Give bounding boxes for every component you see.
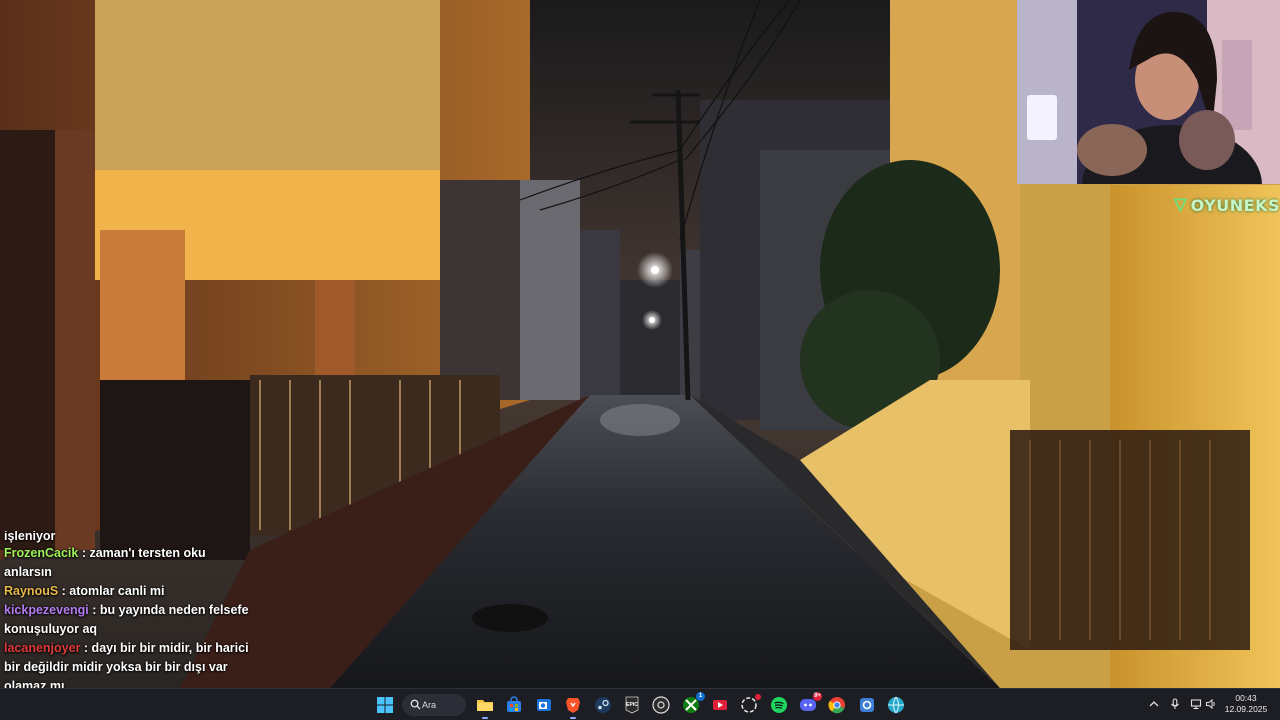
active-indicator xyxy=(482,717,488,719)
taskbar-store[interactable] xyxy=(505,696,523,714)
taskbar-settings[interactable] xyxy=(858,696,876,714)
taskbar-file-explorer[interactable] xyxy=(476,696,494,719)
active-indicator xyxy=(570,717,576,719)
speaker-icon xyxy=(1206,698,1215,710)
clock-date: 12.09.2025 xyxy=(1224,704,1268,714)
chat-username: FrozenCacik xyxy=(4,546,79,560)
chat-message: işleniyor xyxy=(0,531,250,544)
steam-icon xyxy=(595,697,611,713)
taskbar-spotify[interactable] xyxy=(770,696,788,714)
search-icon xyxy=(410,699,421,710)
windows-taskbar: Ara EPIC 1 9+ 00:43 12.09.2025 xyxy=(0,688,1280,720)
epic-games-icon: EPIC xyxy=(625,696,639,714)
taskbar-obs[interactable] xyxy=(652,696,670,714)
windows-start-icon xyxy=(377,697,393,713)
microphone-icon xyxy=(1171,698,1179,709)
taskbar-chrome[interactable] xyxy=(828,696,846,714)
chat-message: FrozenCacik : zaman'ı tersten oku anlars… xyxy=(0,544,250,582)
chat-username: lacanenjoyer xyxy=(4,641,81,655)
chat-message: kickpezevengi : bu yayında neden felsefe… xyxy=(0,601,250,639)
taskbar-discord[interactable]: 9+ xyxy=(799,692,822,714)
start-button[interactable] xyxy=(376,696,394,714)
store-icon xyxy=(507,696,521,712)
discord-badge: 9+ xyxy=(813,692,822,701)
channel-brand-logo: OYUNEKS xyxy=(1172,190,1280,220)
svg-text:EPIC: EPIC xyxy=(626,702,638,708)
media-icon xyxy=(713,700,727,710)
taskbar-media[interactable] xyxy=(711,696,729,714)
taskbar-outlook[interactable] xyxy=(535,696,553,714)
brand-mark-icon xyxy=(1173,198,1188,213)
webcam-feed xyxy=(1017,0,1280,184)
tray-volume[interactable] xyxy=(1204,697,1218,711)
tray-network[interactable] xyxy=(1189,697,1203,711)
spotify-icon xyxy=(771,697,787,713)
taskbar-search[interactable]: Ara xyxy=(402,694,466,716)
chevron-up-icon xyxy=(1149,701,1159,707)
obs-icon xyxy=(652,696,670,714)
tray-overflow-button[interactable] xyxy=(1147,697,1161,711)
streamer-webcam xyxy=(1017,0,1280,184)
chat-text: : atomlar canli mi xyxy=(61,584,165,598)
chat-username: kickpezevengi xyxy=(4,603,89,617)
globe-icon xyxy=(888,696,904,714)
chat-text: işleniyor xyxy=(4,531,56,543)
taskbar-chatgpt[interactable] xyxy=(740,694,761,714)
mail-icon xyxy=(537,699,551,711)
taskbar-browser[interactable] xyxy=(887,696,905,714)
search-label: Ara xyxy=(422,700,437,710)
brave-browser-icon xyxy=(566,698,580,713)
clock-time: 00:43 xyxy=(1235,693,1257,703)
xbox-badge: 1 xyxy=(696,692,705,701)
taskbar-brave[interactable] xyxy=(564,696,582,719)
taskbar-steam[interactable] xyxy=(594,696,612,714)
chat-message: RaynouS : atomlar canli mi xyxy=(0,582,250,601)
system-clock[interactable]: 00:43 12.09.2025 xyxy=(1222,693,1270,715)
chat-username: RaynouS xyxy=(4,584,59,598)
network-icon xyxy=(1190,699,1202,710)
tray-microphone[interactable] xyxy=(1168,697,1182,711)
taskbar-epic-games[interactable]: EPIC xyxy=(623,696,641,714)
brand-name: OYUNEKS xyxy=(1190,195,1280,215)
notification-dot xyxy=(755,694,761,700)
folder-icon xyxy=(477,700,493,711)
settings-icon xyxy=(860,698,874,712)
taskbar-xbox[interactable]: 1 xyxy=(682,692,705,714)
chrome-icon xyxy=(828,697,845,714)
